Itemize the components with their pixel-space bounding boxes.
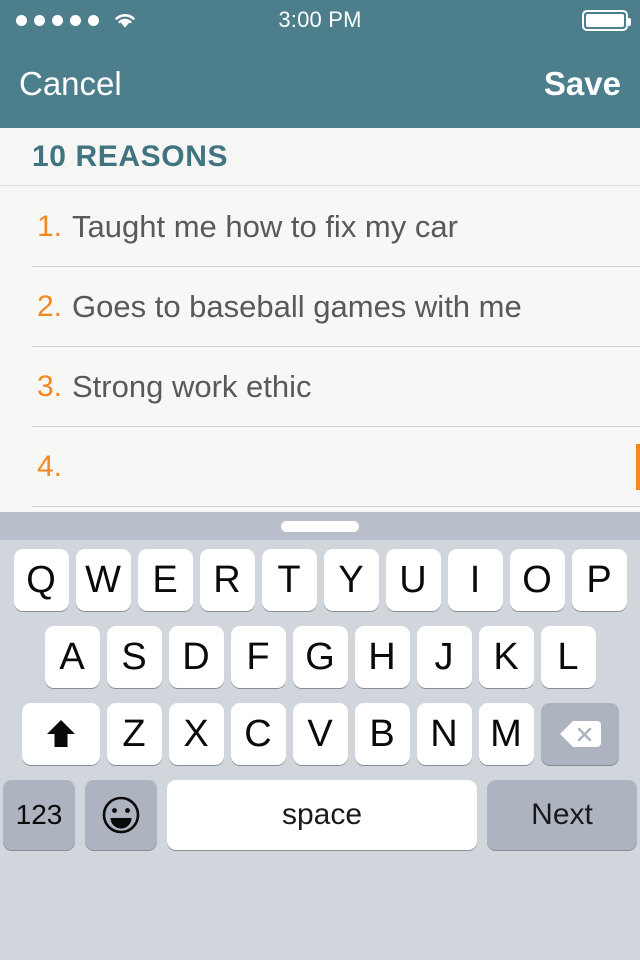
key-f[interactable]: F [230, 626, 286, 688]
numbers-key[interactable]: 123 [3, 780, 75, 850]
list-item[interactable]: 2. Goes to baseball games with me [0, 267, 640, 347]
list-item-text[interactable]: Goes to baseball games with me [72, 290, 640, 324]
reasons-list: 1. Taught me how to fix my car 2. Goes t… [0, 187, 640, 512]
list-item-active[interactable]: 4. [0, 427, 640, 507]
status-bar-clock: 3:00 PM [278, 7, 362, 32]
backspace-key[interactable] [540, 703, 619, 765]
keyboard-row-4: 123 space Next [0, 780, 640, 850]
shift-arrow-icon [46, 720, 75, 747]
page-title: 10 REASONS [32, 139, 229, 173]
key-i[interactable]: I [447, 549, 503, 611]
key-z[interactable]: Z [106, 703, 162, 765]
onscreen-keyboard: Q W E R T Y U I O P A S D F G H J K L Z … [0, 512, 640, 960]
key-t[interactable]: T [261, 549, 317, 611]
key-q[interactable]: Q [13, 549, 69, 611]
keyboard-handle-bar[interactable] [0, 512, 640, 540]
keyboard-row-2: A S D F G H J K L [0, 626, 640, 688]
cancel-button[interactable]: Cancel [19, 40, 122, 128]
text-cursor [636, 444, 640, 490]
list-item-text[interactable]: Strong work ethic [72, 370, 640, 404]
key-w[interactable]: W [75, 549, 131, 611]
keyboard-row-1: Q W E R T Y U I O P [0, 549, 640, 611]
key-p[interactable]: P [571, 549, 627, 611]
battery-fill [586, 13, 624, 27]
key-d[interactable]: D [168, 626, 224, 688]
smiley-face-icon [102, 796, 140, 834]
key-y[interactable]: Y [323, 549, 379, 611]
key-k[interactable]: K [478, 626, 534, 688]
key-j[interactable]: J [416, 626, 472, 688]
key-r[interactable]: R [199, 549, 255, 611]
key-u[interactable]: U [385, 549, 441, 611]
key-g[interactable]: G [292, 626, 348, 688]
key-a[interactable]: A [44, 626, 100, 688]
key-h[interactable]: H [354, 626, 410, 688]
list-title-bar: 10 REASONS [0, 128, 640, 186]
list-item[interactable]: 1. Taught me how to fix my car [0, 187, 640, 267]
list-item-number: 2. [36, 290, 62, 323]
save-button[interactable]: Save [544, 40, 621, 128]
key-v[interactable]: V [292, 703, 348, 765]
key-x[interactable]: X [168, 703, 224, 765]
battery-icon [582, 9, 631, 31]
space-key[interactable]: space [167, 780, 477, 850]
list-item-number: 1. [36, 210, 62, 243]
list-item-number: 4. [36, 450, 62, 483]
status-bar: 3:00 PM [0, 0, 640, 40]
key-s[interactable]: S [106, 626, 162, 688]
key-e[interactable]: E [137, 549, 193, 611]
key-c[interactable]: C [230, 703, 286, 765]
list-item-number: 3. [36, 370, 62, 403]
key-l[interactable]: L [540, 626, 596, 688]
list-item[interactable]: 3. Strong work ethic [0, 347, 640, 427]
shift-key[interactable] [21, 703, 100, 765]
backspace-icon [559, 721, 601, 747]
key-o[interactable]: O [509, 549, 565, 611]
key-m[interactable]: M [478, 703, 534, 765]
emoji-key[interactable] [85, 780, 157, 850]
keyboard-row-3: Z X C V B N M [0, 703, 640, 765]
key-n[interactable]: N [416, 703, 472, 765]
status-bar-right [582, 0, 631, 40]
return-key[interactable]: Next [487, 780, 637, 850]
phone-screen: 3:00 PM Cancel Save 10 REASONS 1. Taught… [0, 0, 640, 960]
keyboard-drag-handle-icon[interactable] [281, 521, 359, 532]
key-b[interactable]: B [354, 703, 410, 765]
navigation-bar: Cancel Save [0, 40, 640, 128]
keyboard-rows: Q W E R T Y U I O P A S D F G H J K L Z … [0, 540, 640, 850]
list-item-text[interactable]: Taught me how to fix my car [72, 210, 640, 244]
battery-cap [628, 17, 631, 26]
